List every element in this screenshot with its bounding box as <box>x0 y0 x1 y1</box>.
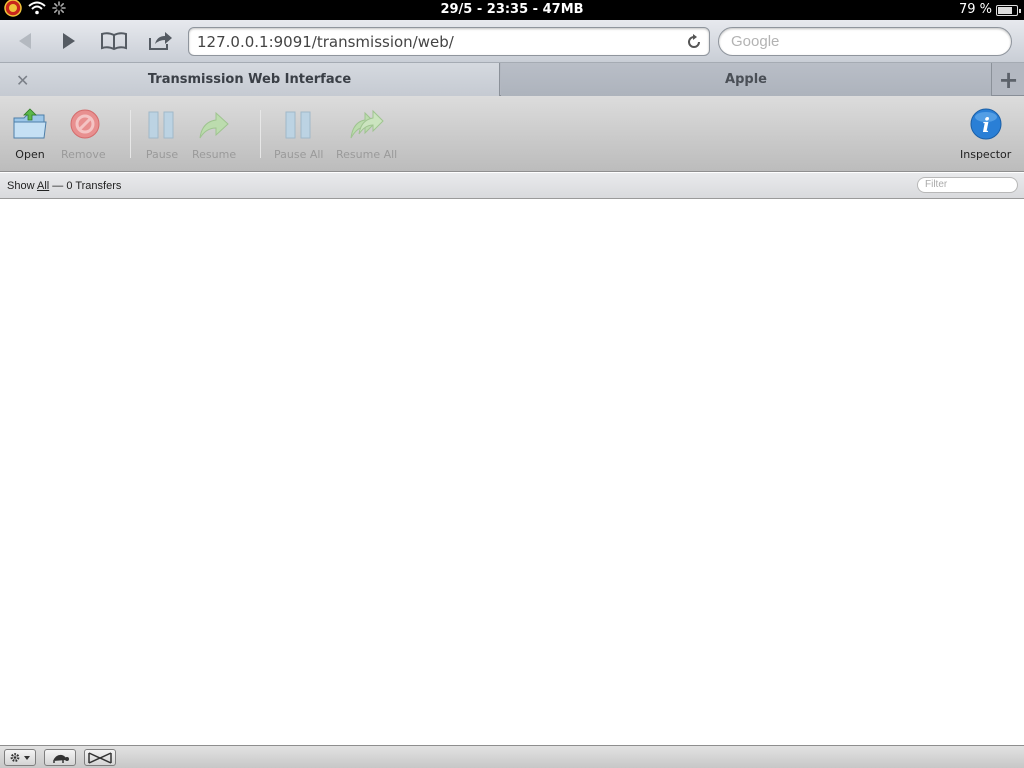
resume-all-button[interactable]: Resume All <box>336 108 397 161</box>
battery-icon <box>996 4 1021 16</box>
bottom-toolbar <box>0 745 1024 768</box>
tab-title: Apple <box>725 72 767 87</box>
remove-icon <box>70 109 100 139</box>
inspector-button[interactable]: i Inspector <box>960 108 1011 161</box>
forward-arrow-icon <box>63 33 75 49</box>
summary-separator: — <box>52 180 64 192</box>
pause-all-icon <box>285 111 311 139</box>
filter-placeholder: Filter <box>925 179 948 190</box>
turtle-mode-button[interactable] <box>44 749 76 766</box>
torrent-list <box>0 200 1024 745</box>
browser-nav-bar: 127.0.0.1:9091/transmission/web/ Google <box>0 20 1024 63</box>
show-all-link[interactable]: All <box>37 180 49 192</box>
tab-title: Transmission Web Interface <box>147 72 352 87</box>
ios-status-bar: 29/5 - 23:35 - 47MB 79 % <box>0 0 1024 20</box>
search-placeholder: Google <box>731 33 780 50</box>
toolbar-divider <box>260 110 261 158</box>
transmission-toolbar: Open Remove Pause Resume Pause All Resum… <box>0 96 1024 172</box>
info-icon: i <box>970 108 1002 140</box>
share-action-icon <box>149 32 172 50</box>
pause-all-button[interactable]: Pause All <box>274 108 323 161</box>
remove-label: Remove <box>61 148 106 161</box>
url-field[interactable]: 127.0.0.1:9091/transmission/web/ <box>188 27 710 56</box>
bookmarks-button[interactable] <box>97 26 131 56</box>
pause-all-label: Pause All <box>274 148 324 161</box>
tab-apple[interactable]: Apple <box>501 63 992 96</box>
status-right: 79 % <box>958 2 1021 17</box>
toolbar-divider <box>130 110 131 158</box>
tab-close-icon[interactable]: ✕ <box>16 71 29 90</box>
turtle-icon <box>53 754 69 763</box>
settings-menu-button[interactable] <box>4 749 36 766</box>
forward-button[interactable] <box>52 26 86 56</box>
svg-text:i: i <box>982 113 990 137</box>
browser-tab-bar: ✕ Transmission Web Interface Apple + <box>0 63 1024 96</box>
filter-input[interactable]: Filter <box>917 177 1018 193</box>
inspector-label: Inspector <box>960 148 1012 161</box>
show-label: Show <box>7 180 35 192</box>
reload-icon[interactable] <box>685 33 703 51</box>
status-center-text: 29/5 - 23:35 - 47MB <box>440 2 584 17</box>
remove-button[interactable]: Remove <box>61 108 106 161</box>
back-button[interactable] <box>8 26 42 56</box>
battery-fill <box>998 6 1013 14</box>
pause-icon <box>148 111 174 139</box>
gear-icon <box>10 753 30 762</box>
compact-view-icon <box>88 751 112 764</box>
new-tab-button[interactable]: + <box>993 63 1024 96</box>
transfer-summary: Show All — 0 Transfers <box>7 180 121 192</box>
bookmarks-book-icon <box>101 32 127 51</box>
transfer-count: 0 Transfers <box>66 180 122 192</box>
battery-percent: 79 % <box>958 2 992 17</box>
share-button[interactable] <box>143 26 177 56</box>
back-arrow-icon <box>19 33 31 49</box>
open-label: Open <box>15 148 45 161</box>
resume-label: Resume <box>192 148 237 161</box>
filter-status-bar: Show All — 0 Transfers Filter <box>0 173 1024 199</box>
open-folder-icon <box>13 108 47 139</box>
compact-view-button[interactable] <box>84 749 116 766</box>
open-button[interactable]: Open <box>12 108 48 161</box>
resume-arrow-icon <box>199 111 229 139</box>
resume-all-arrows-icon <box>350 109 384 139</box>
search-field[interactable]: Google <box>718 27 1012 56</box>
pause-button[interactable]: Pause <box>144 108 180 161</box>
plus-icon: + <box>998 65 1019 94</box>
tab-transmission[interactable]: ✕ Transmission Web Interface <box>0 63 500 96</box>
url-text: 127.0.0.1:9091/transmission/web/ <box>197 33 454 51</box>
resume-button[interactable]: Resume <box>192 108 236 161</box>
pause-label: Pause <box>145 148 179 161</box>
resume-all-label: Resume All <box>336 148 398 161</box>
